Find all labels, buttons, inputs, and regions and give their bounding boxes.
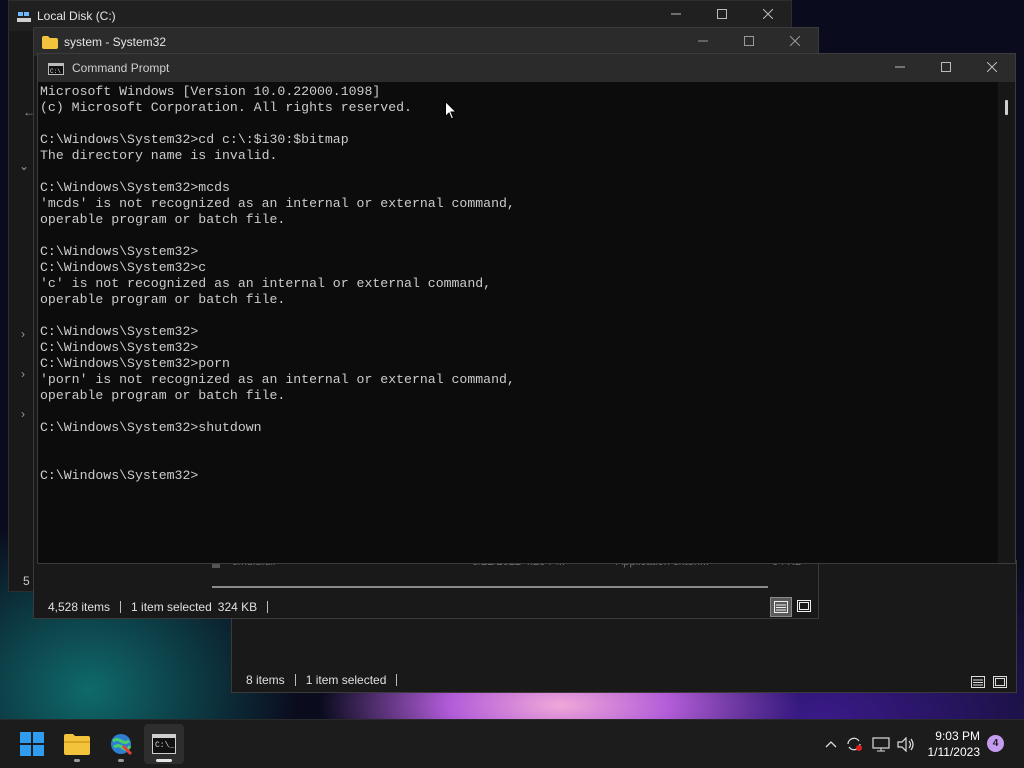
network-app-button[interactable] bbox=[101, 724, 141, 764]
console-line: operable program or batch file. bbox=[40, 388, 286, 403]
chevron-right-icon[interactable]: › bbox=[21, 367, 25, 381]
close-button[interactable] bbox=[772, 28, 818, 54]
status-bar: 4,528 items 1 item selected 324 KB bbox=[48, 600, 818, 614]
system32-titlebar[interactable]: system - System32 bbox=[34, 28, 818, 56]
chevron-down-icon[interactable]: ⌄ bbox=[19, 159, 29, 173]
network-globe-icon bbox=[111, 734, 133, 756]
horizontal-scrollbar[interactable] bbox=[212, 586, 768, 588]
selection-count: 1 item selected bbox=[131, 600, 212, 614]
status-bar: 8 items 1 item selected bbox=[246, 673, 1016, 687]
console-line: 'mcds' is not recognized as an internal … bbox=[40, 196, 515, 211]
chevron-up-icon[interactable] bbox=[822, 740, 840, 748]
console-line: C:\Windows\System32>mcds bbox=[40, 180, 230, 195]
console-line: C:\Windows\System32> bbox=[40, 324, 199, 339]
file-explorer-icon bbox=[64, 734, 90, 755]
console-output[interactable]: Microsoft Windows [Version 10.0.22000.10… bbox=[40, 84, 998, 562]
console-line: (c) Microsoft Corporation. All rights re… bbox=[40, 100, 412, 115]
drive-icon bbox=[17, 10, 31, 22]
console-line: C:\Windows\System32>shutdown bbox=[40, 420, 262, 435]
running-indicator bbox=[118, 759, 124, 762]
notification-badge[interactable]: 4 bbox=[987, 735, 1004, 752]
windows-start-icon bbox=[20, 732, 44, 756]
file-explorer-button[interactable] bbox=[57, 724, 97, 764]
svg-text:C:\: C:\ bbox=[50, 68, 61, 75]
folder-icon bbox=[42, 35, 58, 49]
status-divider bbox=[120, 601, 122, 613]
item-count: 4,528 items bbox=[48, 600, 111, 614]
console-line: 'porn' is not recognized as an internal … bbox=[40, 372, 515, 387]
console-line: The directory name is invalid. bbox=[40, 148, 278, 163]
network-status-icon[interactable] bbox=[868, 736, 894, 752]
item-count: 8 items bbox=[246, 673, 285, 687]
console-line: operable program or batch file. bbox=[40, 212, 286, 227]
scrollbar-thumb[interactable] bbox=[1005, 100, 1008, 115]
console-line: C:\Windows\System32> bbox=[40, 468, 199, 483]
window-title: Command Prompt bbox=[72, 61, 170, 75]
running-indicator bbox=[156, 759, 172, 762]
selection-count: 1 item selected bbox=[305, 673, 387, 687]
details-view-button[interactable] bbox=[968, 673, 988, 691]
system-tray bbox=[822, 720, 918, 768]
large-icons-view-button[interactable] bbox=[794, 597, 814, 615]
start-button[interactable] bbox=[12, 724, 52, 764]
window-title: Local Disk (C:) bbox=[37, 9, 116, 23]
console-line: operable program or batch file. bbox=[40, 292, 286, 307]
volume-icon[interactable] bbox=[894, 736, 918, 752]
maximize-button[interactable] bbox=[923, 54, 969, 80]
console-line: C:\Windows\System32> bbox=[40, 340, 199, 355]
minimize-button[interactable] bbox=[680, 28, 726, 54]
console-line: C:\Windows\System32>c bbox=[40, 260, 207, 275]
console-line: 'c' is not recognized as an internal or … bbox=[40, 276, 492, 291]
details-view-button[interactable] bbox=[770, 597, 792, 617]
status-divider bbox=[294, 674, 296, 686]
console-icon: C:\ bbox=[48, 62, 64, 75]
clock-time: 9:03 PM bbox=[935, 729, 980, 743]
close-button[interactable] bbox=[969, 54, 1015, 80]
mouse-cursor-icon bbox=[445, 100, 458, 125]
taskbar: C:\_ 9:03 PM 1/11/2023 4 bbox=[0, 719, 1024, 768]
large-icons-view-button[interactable] bbox=[990, 673, 1010, 691]
close-button[interactable] bbox=[745, 1, 791, 27]
running-indicator bbox=[74, 759, 80, 762]
chevron-right-icon[interactable]: › bbox=[21, 407, 25, 421]
maximize-button[interactable] bbox=[699, 1, 745, 27]
console-line: Microsoft Windows [Version 10.0.22000.10… bbox=[40, 84, 381, 99]
sync-alert-icon[interactable] bbox=[840, 736, 868, 752]
svg-text:C:\_: C:\_ bbox=[155, 741, 174, 750]
cmd-titlebar[interactable]: C:\ Command Prompt bbox=[38, 54, 1015, 82]
selection-size: 324 KB bbox=[217, 600, 258, 614]
console-line: C:\Windows\System32>cd c:\:$i30:$bitmap bbox=[40, 132, 349, 147]
console-line: C:\Windows\System32> bbox=[40, 244, 199, 259]
window-title: system - System32 bbox=[64, 35, 167, 49]
command-prompt-window: C:\ Command Prompt Microsoft Windows [Ve… bbox=[37, 53, 1016, 564]
chevron-right-icon[interactable]: › bbox=[21, 327, 25, 341]
status-divider bbox=[267, 601, 269, 613]
console-line: C:\Windows\System32>porn bbox=[40, 356, 230, 371]
minimize-button[interactable] bbox=[877, 54, 923, 80]
status-divider bbox=[396, 674, 398, 686]
clock[interactable]: 9:03 PM 1/11/2023 bbox=[928, 728, 981, 760]
minimize-button[interactable] bbox=[653, 1, 699, 27]
terminal-icon: C:\_ bbox=[152, 734, 176, 754]
maximize-button[interactable] bbox=[726, 28, 772, 54]
clock-date: 1/11/2023 bbox=[927, 745, 981, 759]
vertical-scrollbar[interactable] bbox=[998, 82, 1015, 563]
terminal-button[interactable]: C:\_ bbox=[144, 724, 184, 764]
